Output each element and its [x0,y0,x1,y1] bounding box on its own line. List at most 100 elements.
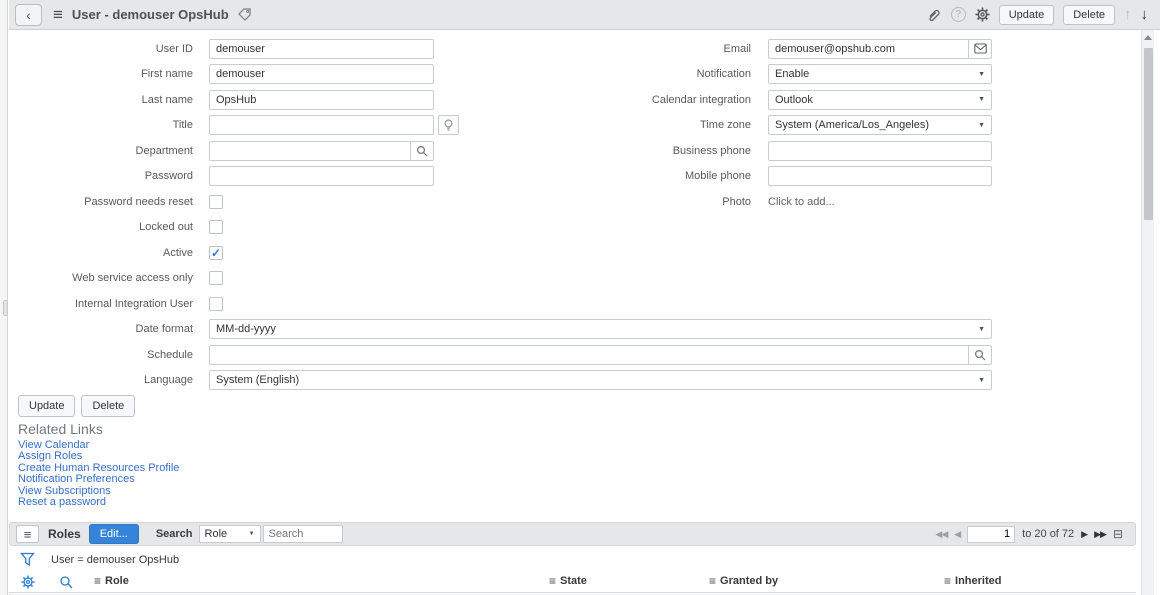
context-menu-icon[interactable]: ≡ [53,6,63,23]
email-input[interactable] [768,39,968,59]
calendar-integration-select[interactable]: Outlook ▼ [768,90,992,110]
field-label: Title [10,119,193,131]
pane-collapse-handle[interactable] [3,300,8,316]
list-personalize-gear-icon[interactable] [21,575,35,592]
first-name-input[interactable] [209,64,434,84]
envelope-icon [974,43,987,54]
form-row-notification: Notification Enable ▼ [530,62,1005,88]
roles-table-header: ≡ Role ≡ State ≡ Granted by ≡ Inherited [9,572,1136,593]
form-row-business-phone: Business phone [530,138,1005,164]
column-header-inherited[interactable]: ≡ Inherited [944,575,1001,587]
tag-icon[interactable] [237,7,252,22]
department-lookup-button[interactable] [410,141,434,161]
form-row-internal-integration-user: Internal Integration User ✓ [10,291,1000,317]
chevron-down-icon: ▼ [978,326,985,333]
user-id-input[interactable] [209,39,434,59]
department-input[interactable] [209,141,410,161]
form-footer-actions: Update Delete [18,395,135,417]
mobile-phone-input[interactable] [768,166,992,186]
field-label: Language [10,374,193,386]
roles-list-menu-button[interactable]: ≡ [16,525,39,543]
field-label: Last name [10,94,193,106]
search-icon [974,349,986,361]
collapse-list-icon[interactable]: ⊟ [1113,528,1123,540]
next-page-icon[interactable]: ▶ [1081,530,1087,539]
filter-condition-text[interactable]: User = demouser OpsHub [51,554,179,566]
current-page-input[interactable] [967,526,1015,543]
internal-integration-user-checkbox[interactable]: ✓ [209,297,223,311]
web-service-access-checkbox[interactable]: ✓ [209,271,223,285]
previous-page-icon[interactable]: ◀ [954,530,960,539]
lightbulb-icon [443,119,454,132]
header-actions: ? Update Delete ↑ ↓ [926,5,1160,25]
roles-list-title: Roles [48,527,81,541]
list-search-icon[interactable] [59,575,73,592]
roles-search-input[interactable] [263,525,343,543]
field-label: Email [530,43,751,55]
column-menu-icon[interactable]: ≡ [944,575,951,587]
field-label: Password needs reset [10,196,193,208]
column-header-role[interactable]: ≡ Role [94,575,129,587]
notification-select[interactable]: Enable ▼ [768,64,992,84]
left-frame-edge [0,0,8,595]
header-update-button[interactable]: Update [999,5,1054,25]
form-row-time-zone: Time zone System (America/Los_Angeles) ▼ [530,113,1005,139]
column-menu-icon[interactable]: ≡ [549,575,556,587]
column-menu-icon[interactable]: ≡ [94,575,101,587]
chevron-down-icon: ▼ [978,71,985,78]
date-format-select[interactable]: MM-dd-yyyy ▼ [209,319,992,339]
filter-funnel-icon[interactable] [20,552,35,567]
form-right-column: Email Notification Enable ▼ Calendar int… [530,36,1005,215]
password-needs-reset-checkbox[interactable]: ✓ [209,195,223,209]
last-name-input[interactable] [209,90,434,110]
column-label: Inherited [955,575,1001,587]
field-label: Locked out [10,221,193,233]
pagination-range-text: to 20 of 72 [1022,528,1074,540]
footer-delete-button[interactable]: Delete [81,395,135,417]
form-row-locked-out: Locked out ✓ [10,215,1000,241]
form-row-language: Language System (English) ▼ [10,368,1000,394]
schedule-lookup-button[interactable] [968,345,992,365]
settings-gear-icon[interactable] [975,7,990,22]
column-menu-icon[interactable]: ≡ [709,575,716,587]
form-row-calendar-integration: Calendar integration Outlook ▼ [530,87,1005,113]
roles-edit-button[interactable]: Edit... [89,524,139,544]
scrollbar-up-arrow[interactable] [1144,35,1152,40]
photo-add-link[interactable]: Click to add... [768,196,835,208]
scroll-down-arrow-icon[interactable]: ↓ [1141,7,1149,22]
search-label: Search [156,528,193,540]
back-button[interactable]: ‹ [15,4,42,26]
business-phone-input[interactable] [768,141,992,161]
field-label: Mobile phone [530,170,751,182]
last-page-icon[interactable]: ▶▶ [1094,530,1106,539]
column-header-state[interactable]: ≡ State [549,575,587,587]
attachment-paperclip-icon[interactable] [926,7,942,23]
title-input[interactable] [209,115,434,135]
select-value: Role [205,528,249,540]
select-value: MM-dd-yyyy [216,323,978,335]
scrollbar-thumb[interactable] [1144,48,1153,220]
back-chevron-icon: ‹ [26,8,31,22]
schedule-input[interactable] [209,345,968,365]
active-checkbox[interactable]: ✓ [209,246,223,260]
vertical-scrollbar[interactable] [1141,30,1154,595]
header-delete-button[interactable]: Delete [1063,5,1115,25]
help-icon[interactable]: ? [951,7,966,22]
first-page-icon[interactable]: ◀◀ [935,530,947,539]
chevron-down-icon: ▼ [249,531,255,537]
suggestion-lightbulb-button[interactable] [438,115,459,135]
field-label: Time zone [530,119,751,131]
time-zone-select[interactable]: System (America/Los_Angeles) ▼ [768,115,992,135]
send-email-button[interactable] [968,39,992,59]
locked-out-checkbox[interactable]: ✓ [209,220,223,234]
search-column-select[interactable]: Role ▼ [199,525,261,543]
language-select[interactable]: System (English) ▼ [209,370,992,390]
password-input[interactable] [209,166,434,186]
footer-update-button[interactable]: Update [18,395,75,417]
scroll-up-arrow-icon[interactable]: ↑ [1124,7,1132,22]
column-header-granted-by[interactable]: ≡ Granted by [709,575,778,587]
link-reset-password[interactable]: Reset a password [18,497,179,508]
link-notification-preferences[interactable]: Notification Preferences [18,474,179,485]
chevron-down-icon: ▼ [978,122,985,129]
field-label: Active [10,247,193,259]
